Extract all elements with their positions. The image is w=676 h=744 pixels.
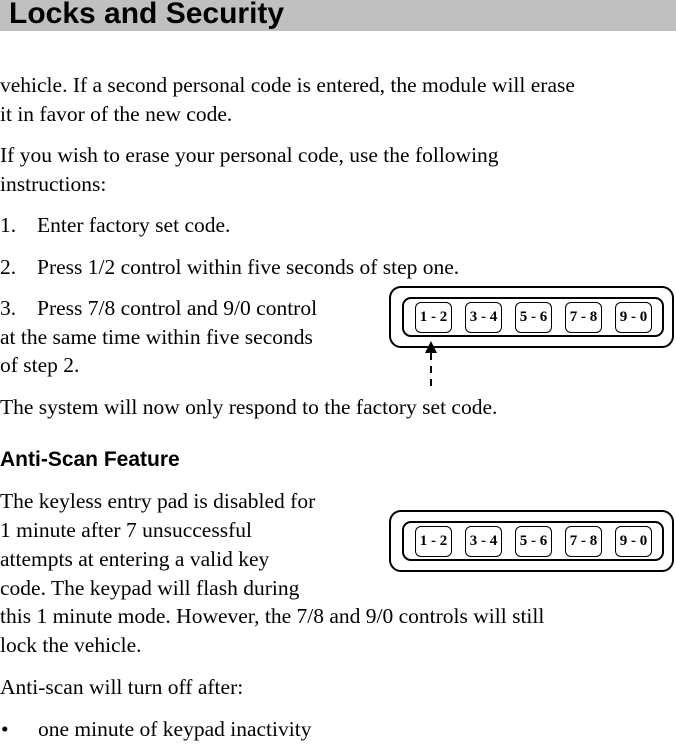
keypad-key-5-6: 5 - 6 [515,526,552,557]
keypad-key-row: 1 - 2 3 - 4 5 - 6 7 - 8 9 - 0 [402,521,664,561]
bullet-item: • one minute of keypad inactivity [0,715,311,744]
bullet-text: one minute of keypad inactivity [38,717,312,741]
keypad-key-9-0: 9 - 0 [615,302,652,333]
paragraph-line: If you wish to erase your personal code,… [0,143,499,167]
keypad-key-9-0: 9 - 0 [615,526,652,557]
page-title: Locks and Security [9,0,285,30]
step-number: 1. [0,213,17,237]
paragraph-line: Anti-scan will turn off after: [0,675,244,699]
paragraph-line: this 1 minute mode. However, the 7/8 and… [0,604,545,628]
step-3-continuation: of step 2. [0,353,80,377]
bullet-icon: • [1,717,9,741]
keypad-illustration-bottom: 1 - 2 3 - 4 5 - 6 7 - 8 9 - 0 [389,510,674,572]
paragraph-line: The keyless entry pad is disabled for [0,489,316,513]
dashed-arrow-up-icon [422,341,440,389]
keypad-key-row: 1 - 2 3 - 4 5 - 6 7 - 8 9 - 0 [402,297,664,337]
step-number: 3. [0,296,17,320]
keypad-key-3-4: 3 - 4 [465,302,502,333]
paragraph-line: attempts at entering a valid key [0,547,270,571]
keypad-key-7-8: 7 - 8 [565,526,602,557]
paragraph-line: lock the vehicle. [0,633,142,657]
step-text: Enter factory set code. [37,213,231,237]
step-3-continuation: at the same time within five seconds [0,325,313,349]
section-header-bar: Locks and Security [0,0,676,31]
step-1: 1. Enter factory set code. [0,211,230,240]
keypad-key-3-4: 3 - 4 [465,526,502,557]
step-2: 2. Press 1/2 control within five seconds … [0,253,459,282]
paragraph-line: code. The keypad will flash during [0,576,300,600]
step-number: 2. [0,255,17,279]
step-3: 3. Press 7/8 control and 9/0 control [0,294,317,323]
paragraph-line: vehicle. If a second personal code is en… [0,73,575,97]
paragraph-line: it in favor of the new code. [0,102,233,126]
paragraph-line: instructions: [0,172,107,196]
keypad-key-1-2: 1 - 2 [415,526,452,557]
keypad-key-7-8: 7 - 8 [565,302,602,333]
after-steps-text: The system will now only respond to the … [0,395,498,419]
section-heading-anti-scan: Anti-Scan Feature [0,448,180,471]
step-text: Press 1/2 control within five seconds of… [37,255,460,279]
paragraph-line: 1 minute after 7 unsuccessful [0,518,252,542]
keypad-key-5-6: 5 - 6 [515,302,552,333]
keypad-key-1-2: 1 - 2 [415,302,452,333]
keypad-illustration-top: 1 - 2 3 - 4 5 - 6 7 - 8 9 - 0 [389,286,674,348]
step-text: Press 7/8 control and 9/0 control [37,296,318,320]
